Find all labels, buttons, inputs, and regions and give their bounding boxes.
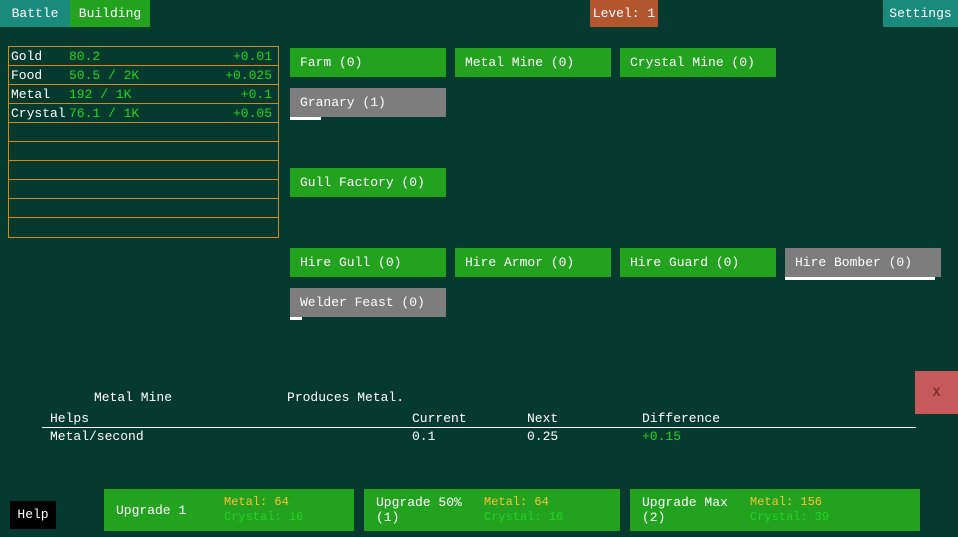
resource-label: Crystal bbox=[9, 104, 69, 122]
upgrade-label: Upgrade 50% (1) bbox=[364, 495, 484, 525]
building-button[interactable]: Hire Guard (0) bbox=[620, 248, 776, 277]
upgrade-label: Upgrade Max (2) bbox=[630, 495, 750, 525]
upgrade-label: Upgrade 1 bbox=[104, 503, 224, 518]
upgrade-max-button[interactable]: Upgrade Max (2) Metal: 156 Crystal: 39 bbox=[630, 489, 920, 531]
upgrade-cost-metal: Metal: 64 bbox=[484, 495, 612, 510]
resource-table: Gold 80.2 +0.01 Food 50.5 / 2K +0.025 Me… bbox=[8, 46, 279, 238]
close-detail-button[interactable]: X bbox=[915, 371, 958, 414]
stat-diff: +0.15 bbox=[642, 428, 916, 446]
building-button[interactable]: Gull Factory (0) bbox=[290, 168, 446, 197]
resource-row-empty bbox=[9, 142, 278, 161]
head-next: Next bbox=[527, 411, 642, 426]
upgrade-cost-metal: Metal: 64 bbox=[224, 495, 346, 510]
resource-row-empty bbox=[9, 218, 278, 237]
head-helps: Helps bbox=[42, 411, 412, 426]
resource-row-empty bbox=[9, 180, 278, 199]
upgrade-cost-crystal: Crystal: 16 bbox=[224, 510, 346, 525]
head-difference: Difference bbox=[642, 411, 916, 426]
resource-row: Metal 192 / 1K +0.1 bbox=[9, 85, 278, 104]
upgrade-fifty-button[interactable]: Upgrade 50% (1) Metal: 64 Crystal: 16 bbox=[364, 489, 620, 531]
upgrade-cost-crystal: Crystal: 16 bbox=[484, 510, 612, 525]
detail-stat-head: Helps Current Next Difference bbox=[42, 408, 916, 428]
upgrade-one-button[interactable]: Upgrade 1 Metal: 64 Crystal: 16 bbox=[104, 489, 354, 531]
building-button[interactable]: Hire Bomber (0) bbox=[785, 248, 941, 277]
upgrade-cost-metal: Metal: 156 bbox=[750, 495, 912, 510]
resource-value: 76.1 / 1K bbox=[69, 104, 209, 122]
building-button[interactable]: Metal Mine (0) bbox=[455, 48, 611, 77]
building-button[interactable]: Hire Gull (0) bbox=[290, 248, 446, 277]
resource-delta: +0.05 bbox=[209, 104, 278, 122]
resource-delta: +0.025 bbox=[209, 66, 278, 84]
head-current: Current bbox=[412, 411, 527, 426]
resource-label: Food bbox=[9, 66, 69, 84]
resource-row: Food 50.5 / 2K +0.025 bbox=[9, 66, 278, 85]
resource-delta: +0.1 bbox=[209, 85, 278, 103]
stat-next: 0.25 bbox=[527, 428, 642, 446]
tab-battle[interactable]: Battle bbox=[0, 0, 70, 27]
resource-value: 50.5 / 2K bbox=[69, 66, 209, 84]
resource-value: 80.2 bbox=[69, 47, 209, 65]
building-button[interactable]: Hire Armor (0) bbox=[455, 248, 611, 277]
detail-stat-row: Metal/second 0.1 0.25 +0.15 bbox=[42, 428, 916, 446]
building-button[interactable]: Welder Feast (0) bbox=[290, 288, 446, 317]
tab-building[interactable]: Building bbox=[70, 0, 150, 27]
resource-value: 192 / 1K bbox=[69, 85, 209, 103]
help-button[interactable]: Help bbox=[10, 501, 56, 529]
building-progress bbox=[290, 317, 302, 320]
building-button[interactable]: Granary (1) bbox=[290, 88, 446, 117]
upgrade-cost-crystal: Crystal: 39 bbox=[750, 510, 912, 525]
level-badge: Level: 1 bbox=[590, 0, 658, 27]
resource-label: Gold bbox=[9, 47, 69, 65]
stat-label: Metal/second bbox=[42, 428, 412, 446]
building-progress bbox=[290, 117, 321, 120]
detail-desc: Produces Metal. bbox=[287, 390, 916, 405]
resource-row: Crystal 76.1 / 1K +0.05 bbox=[9, 104, 278, 123]
building-progress bbox=[785, 277, 935, 280]
resource-row-empty bbox=[9, 199, 278, 218]
stat-current: 0.1 bbox=[412, 428, 527, 446]
settings-button[interactable]: Settings bbox=[883, 0, 958, 27]
resource-row-empty bbox=[9, 161, 278, 180]
resource-label: Metal bbox=[9, 85, 69, 103]
detail-name: Metal Mine bbox=[94, 390, 172, 405]
resource-delta: +0.01 bbox=[209, 47, 278, 65]
resource-row-empty bbox=[9, 123, 278, 142]
building-button[interactable]: Farm (0) bbox=[290, 48, 446, 77]
detail-panel: Metal Mine Produces Metal. Helps Current… bbox=[42, 390, 916, 446]
resource-row: Gold 80.2 +0.01 bbox=[9, 47, 278, 66]
building-button[interactable]: Crystal Mine (0) bbox=[620, 48, 776, 77]
